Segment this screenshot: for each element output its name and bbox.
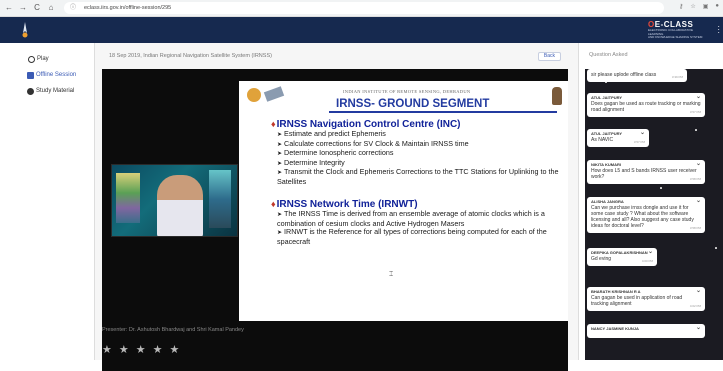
home-icon[interactable]: ⌂ xyxy=(46,3,56,13)
rating-stars[interactable]: ★ ★ ★ ★ ★ xyxy=(102,343,179,356)
star-icon[interactable]: ★ xyxy=(102,343,112,356)
slide-institute: INDIAN INSTITUTE OF REMOTE SENSING, DEHR… xyxy=(343,89,471,94)
satellite-icon xyxy=(263,86,285,102)
kebab-menu-icon[interactable]: · · · xyxy=(717,23,720,37)
browser-actions: ⚷ ☆ ▣ ● xyxy=(679,3,719,10)
questions-panel: Question Asked sir please uplode offline… xyxy=(578,43,723,360)
presenter-line: Presenter: Dr. Ashutosh Bhardwaj and Shr… xyxy=(102,327,244,333)
question-card: BHARATH KRISHNAN R A ⌄ Can gagan be used … xyxy=(587,287,705,311)
institute-emblem-icon xyxy=(247,88,261,102)
main-content: 18 Sep 2019, Indian Regional Navigation … xyxy=(95,43,578,371)
slide-header: INDIAN INSTITUTE OF REMOTE SENSING, DEHR… xyxy=(239,81,568,115)
star-dot xyxy=(695,129,697,131)
institute-logo-icon xyxy=(22,22,28,38)
background-poster xyxy=(116,173,140,223)
forward-arrow-icon[interactable]: → xyxy=(18,3,28,13)
question-card: ATUL JAITPURY ⌄ Does gagan be used as rou… xyxy=(587,93,705,117)
star-dot xyxy=(660,187,662,189)
url-text: eclass.iirs.gov.in/offline-session/295 xyxy=(84,5,172,11)
presenter-video xyxy=(157,175,203,236)
bookmark-star-icon[interactable]: ☆ xyxy=(690,3,695,10)
question-time: 3:58 PM xyxy=(689,177,701,181)
star-icon[interactable]: ★ xyxy=(119,343,129,356)
eclass-logo: OE-CLASS ELECTRONIC COLLABORATIVE LEARNI… xyxy=(648,20,708,40)
profile-icon[interactable]: ● xyxy=(715,3,719,10)
question-author: Alisha Jangra xyxy=(591,199,624,204)
star-icon[interactable]: ★ xyxy=(170,343,180,356)
question-author: DEEPIKA GOPALAKRISHNAN xyxy=(591,250,648,255)
chevron-down-icon[interactable]: ⌄ xyxy=(696,94,701,100)
mouse-cursor-icon: ⌶ xyxy=(389,271,394,278)
question-author: BHARATH KRISHNAN R A xyxy=(591,289,641,294)
presentation-slide: INDIAN INSTITUTE OF REMOTE SENSING, DEHR… xyxy=(239,81,568,321)
question-card: DEEPIKA GOPALAKRISHNAN ⌄ Gd eving 4:00 PM xyxy=(587,248,657,266)
clock-icon xyxy=(28,55,35,63)
browser-chrome: ← → C ⌂ ⓘ eclass.iirs.gov.in/offline-ses… xyxy=(0,0,723,17)
info-icon[interactable]: ⓘ xyxy=(70,2,76,14)
book-icon xyxy=(27,87,34,95)
back-arrow-icon[interactable]: ← xyxy=(4,3,14,13)
slide-point: IRNWT is the Reference for all types of … xyxy=(277,227,561,246)
chevron-down-icon[interactable]: ⌄ xyxy=(696,288,701,294)
diamond-bullet-icon: ♦ xyxy=(271,119,276,129)
question-author: ATUL JAITPURY xyxy=(591,95,623,100)
star-icon[interactable]: ★ xyxy=(153,343,163,356)
question-card: ATUL JAITPURY ⌄ As NAVIC 3:57 PM xyxy=(587,129,649,147)
sidebar: Play Offline Session Study Material xyxy=(0,43,95,360)
presenter-camera xyxy=(111,164,238,237)
video-icon xyxy=(27,71,34,79)
address-bar[interactable]: ⓘ eclass.iirs.gov.in/offline-session/295 xyxy=(64,2,664,14)
chevron-down-icon[interactable]: ⌄ xyxy=(640,130,645,136)
question-author: NANCY JASMINE KUNJA xyxy=(591,326,639,331)
slide-section-inc: ♦IRNSS Navigation Control Centre (INC) E… xyxy=(271,119,561,186)
key-icon[interactable]: ⚷ xyxy=(679,3,683,10)
sidebar-item-label: Play xyxy=(37,56,49,62)
brand-subtitle-2: AND KNOWLEDGE SHARING SYSTEM xyxy=(648,35,703,40)
question-author: Nikita Kumari xyxy=(591,162,621,167)
slide-point: The IRNSS Time is derived from an ensemb… xyxy=(277,209,561,228)
sidebar-item-label: Study Material xyxy=(36,88,75,94)
question-card: NANCY JASMINE KUNJA ⌄ xyxy=(587,324,705,338)
star-icon[interactable]: ★ xyxy=(136,343,146,356)
background-book xyxy=(209,170,231,228)
star-dot xyxy=(715,247,717,249)
question-author: ATUL JAITPURY xyxy=(591,131,623,136)
chevron-down-icon[interactable]: ⌄ xyxy=(648,249,653,255)
sidebar-item-play[interactable]: Play xyxy=(0,51,94,67)
slide-section-irnwt: ♦IRNSS Network Time (IRNWT) The IRNSS Ti… xyxy=(271,199,561,246)
title-underline xyxy=(329,111,557,113)
video-player[interactable]: INDIAN INSTITUTE OF REMOTE SENSING, DEHR… xyxy=(102,69,568,371)
sidebar-item-offline-session[interactable]: Offline Session xyxy=(0,67,94,83)
chevron-down-icon[interactable]: ⌄ xyxy=(696,325,701,331)
reload-icon[interactable]: C xyxy=(32,3,42,13)
slide-title: IRNSS- GROUND SEGMENT xyxy=(336,98,490,110)
questions-list[interactable]: sir please uplode offline class 3:39 PM … xyxy=(585,69,723,360)
slide-point: Transmit the Clock and Ephemeris Correct… xyxy=(277,167,561,186)
question-card: Alisha Jangra ⌄ Can we purchase irnss don… xyxy=(587,197,705,233)
session-title: 18 Sep 2019, Indian Regional Navigation … xyxy=(109,53,272,59)
question-card: Nikita Kumari ⌄ How does L5 and S bands I… xyxy=(587,160,705,184)
diamond-bullet-icon: ♦ xyxy=(271,199,276,209)
question-card: sir please uplode offline class 3:39 PM xyxy=(587,69,687,82)
sidebar-item-study-material[interactable]: Study Material xyxy=(0,83,94,99)
chevron-down-icon[interactable]: ⌄ xyxy=(696,161,701,167)
back-button[interactable]: Back xyxy=(537,52,561,61)
rocket-icon xyxy=(552,87,562,105)
sidebar-item-label: Offline Session xyxy=(36,72,77,78)
app-header: OE-CLASS ELECTRONIC COLLABORATIVE LEARNI… xyxy=(0,17,723,43)
chevron-down-icon[interactable]: ⌄ xyxy=(696,198,701,204)
questions-title: Question Asked xyxy=(589,52,628,58)
extension-icon[interactable]: ▣ xyxy=(703,3,709,10)
